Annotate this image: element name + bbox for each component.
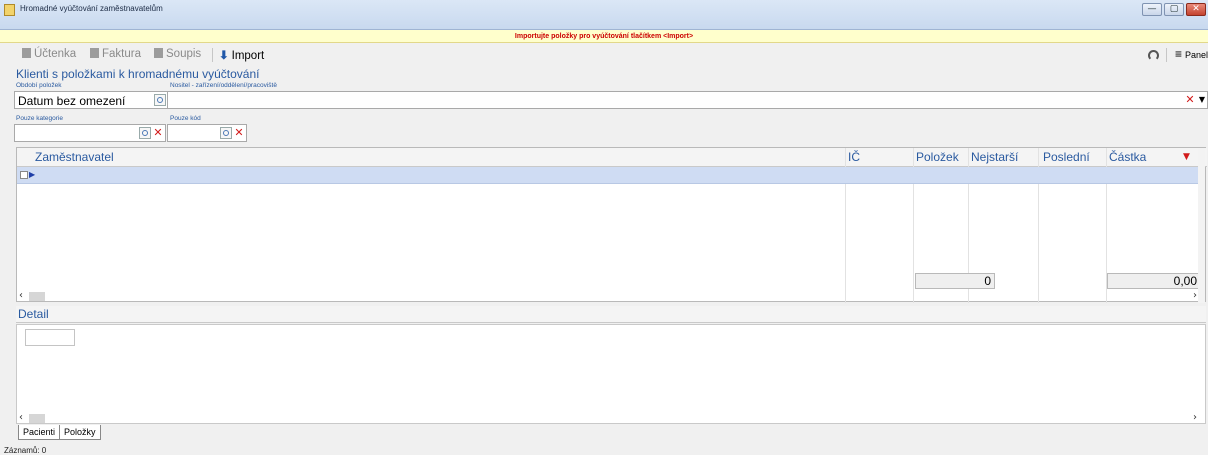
kod-label: Pouze kód [170,115,201,122]
uctenka-label: Účtenka [34,48,77,60]
minimize-button[interactable]: — [1142,3,1162,16]
close-button[interactable]: ✕ [1186,3,1206,16]
tab-polozky[interactable]: Položky [59,425,101,440]
dropdown-icon[interactable]: ▼ [1197,93,1207,107]
toolbar-separator [212,48,213,62]
grid-header: Zaměstnavatel IČ Položek Nejstarší Posle… [17,148,1207,167]
soupis-label: Soupis [166,48,202,60]
nositel-label: Nositel - zařízení/oddělení/pracoviště [170,82,277,89]
clients-grid: Zaměstnavatel IČ Položek Nejstarší Posle… [16,147,1207,303]
detail-title: Detail [18,307,49,321]
panel-button[interactable]: ≡ Panel [1175,47,1208,61]
soupis-button[interactable]: Soupis [154,48,201,60]
castka-total: 0,00 [1107,273,1201,289]
faktura-label: Faktura [102,48,141,60]
kategorie-field[interactable]: ✕ [14,124,166,142]
bottom-tabs: Pacienti Položky [18,425,101,441]
clear-icon[interactable]: ✕ [152,126,164,140]
obdobi-label: Období položek [16,82,62,89]
search-icon[interactable] [220,127,232,139]
sort-desc-icon[interactable]: ▼ [1183,152,1190,162]
detail-header: Detail [16,306,1206,323]
horizontal-scrollbar[interactable]: ‹ › [17,290,1207,302]
app-window: Hromadné vyúčtování zaměstnavatelům — ▢ … [0,0,1208,455]
invoice-icon [90,48,99,58]
toolbar-separator-right [1166,48,1167,62]
menu-icon: ≡ [1175,47,1183,61]
tab-pacienti[interactable]: Pacienti [18,425,61,440]
col-polozek[interactable]: Položek [916,150,959,164]
maximize-button[interactable]: ▢ [1164,3,1184,16]
col-zamestnavatel[interactable]: Zaměstnavatel [35,150,114,164]
detail-grid: ‹ › [16,324,1206,424]
table-row[interactable]: ▶ [17,167,1200,184]
row-selector[interactable] [20,171,28,179]
clear-icon[interactable]: ✕ [1184,93,1196,107]
clear-icon[interactable]: ✕ [233,126,245,140]
refresh-icon[interactable] [1148,50,1159,61]
scroll-thumb[interactable] [29,414,45,423]
panel-label: Panel [1185,50,1208,60]
kod-field[interactable]: ✕ [167,124,247,142]
col-nejstarsi[interactable]: Nejstarší [971,150,1018,164]
col-posledni[interactable]: Poslední [1043,150,1090,164]
receipt-icon [22,48,31,58]
detail-horizontal-scrollbar[interactable]: ‹ › [17,412,1207,424]
toolbar: Účtenka Faktura Soupis ⬇ Import ≡ Panel [0,44,1208,66]
info-banner: Importujte položky pro vyúčtování tlačít… [0,30,1208,43]
window-title: Hromadné vyúčtování zaměstnavatelům [20,4,163,13]
uctenka-button[interactable]: Účtenka [22,48,76,60]
faktura-button[interactable]: Faktura [90,48,141,60]
section-title: Klienti s položkami k hromadnému vyúčtov… [16,67,260,81]
search-icon[interactable] [154,94,166,106]
scroll-thumb[interactable] [29,292,45,301]
scroll-left-icon[interactable]: ‹ [19,290,23,301]
obdobi-field[interactable]: Datum bez omezení [14,91,168,109]
detail-cell[interactable] [25,329,75,346]
import-arrow-icon: ⬇ [219,50,229,62]
polozek-total: 0 [915,273,995,289]
app-icon [4,4,15,16]
nositel-field[interactable]: ✕ ▼ [167,91,1208,109]
import-button[interactable]: ⬇ Import [219,48,264,62]
list-icon [154,48,163,58]
status-bar: Záznamů: 0 [4,446,47,455]
vertical-scrollbar[interactable] [1198,148,1205,303]
search-icon[interactable] [139,127,151,139]
import-label: Import [231,50,265,62]
col-ic[interactable]: IČ [848,150,860,164]
obdobi-value: Datum bez omezení [18,94,126,108]
col-castka[interactable]: Částka [1109,150,1146,164]
scroll-right-icon[interactable]: › [1193,412,1197,423]
title-bar: Hromadné vyúčtování zaměstnavatelům — ▢ … [0,0,1208,30]
current-row-icon: ▶ [29,170,36,179]
scroll-left-icon[interactable]: ‹ [19,412,23,423]
scroll-right-icon[interactable]: › [1193,290,1197,301]
kategorie-label: Pouze kategorie [16,115,63,122]
